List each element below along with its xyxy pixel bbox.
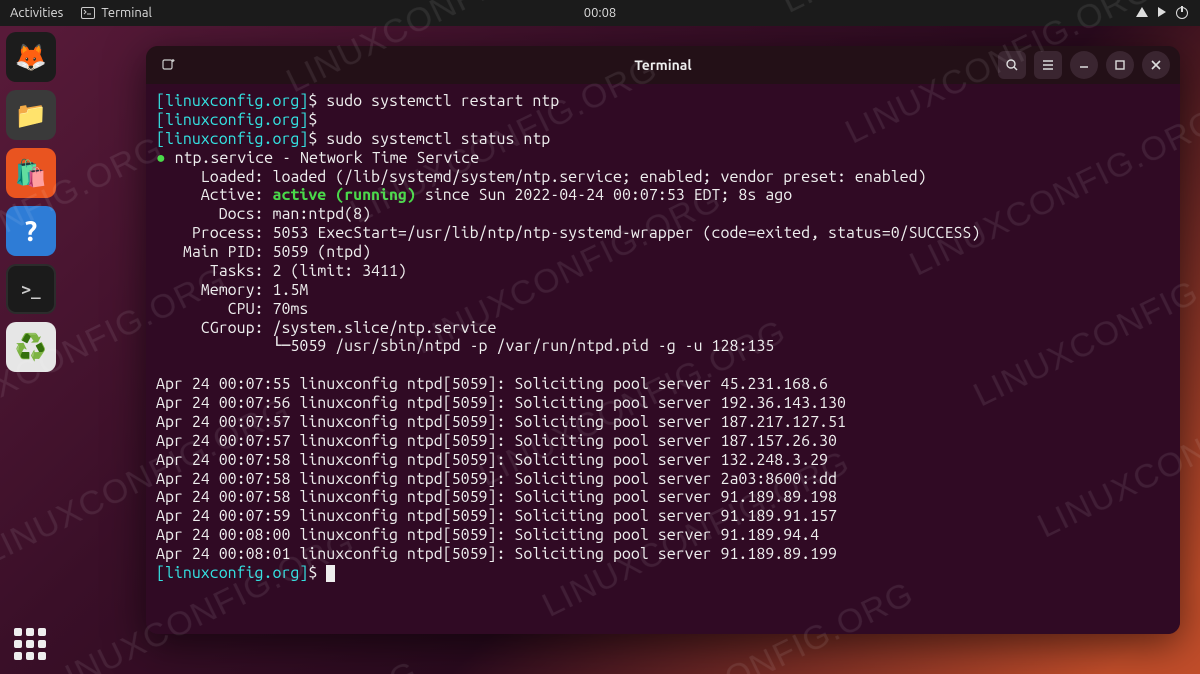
terminal-window: Terminal [linuxconfig.org]$ sudo systemc…: [146, 46, 1180, 634]
show-apps-button[interactable]: [14, 628, 46, 660]
new-tab-icon: [161, 57, 177, 73]
window-title: Terminal: [634, 57, 691, 73]
appmenu-label: Terminal: [101, 6, 152, 20]
power-icon[interactable]: [1176, 7, 1188, 19]
hamburger-menu-button[interactable]: [1034, 51, 1062, 79]
minimize-icon: [1077, 58, 1091, 72]
top-bar: Activities Terminal 00:08: [0, 0, 1200, 26]
hamburger-icon: [1041, 58, 1055, 72]
window-titlebar[interactable]: Terminal: [146, 46, 1180, 84]
clock[interactable]: 00:08: [584, 6, 617, 20]
maximize-button[interactable]: [1106, 51, 1134, 79]
dock-item-trash[interactable]: ♻️: [6, 322, 56, 372]
close-button[interactable]: [1142, 51, 1170, 79]
network-icon[interactable]: [1136, 7, 1148, 17]
activities-button[interactable]: Activities: [10, 6, 63, 20]
appmenu-terminal[interactable]: Terminal: [81, 6, 152, 20]
dock-item-terminal[interactable]: >_: [6, 264, 56, 314]
new-tab-button[interactable]: [154, 50, 184, 80]
dock-item-firefox[interactable]: 🦊: [6, 32, 56, 82]
maximize-icon: [1113, 58, 1127, 72]
terminal-output[interactable]: [linuxconfig.org]$ sudo systemctl restar…: [146, 84, 1180, 634]
dock-item-help[interactable]: ?: [6, 206, 56, 256]
minimize-button[interactable]: [1070, 51, 1098, 79]
terminal-icon: [81, 7, 95, 19]
search-button[interactable]: [998, 51, 1026, 79]
search-icon: [1005, 58, 1019, 72]
dock: 🦊 📁 🛍️? >_ ♻️: [6, 32, 60, 372]
close-icon: [1149, 58, 1163, 72]
dock-item-files[interactable]: 📁: [6, 90, 56, 140]
volume-icon[interactable]: [1158, 7, 1166, 17]
dock-item-software[interactable]: 🛍️: [6, 148, 56, 198]
